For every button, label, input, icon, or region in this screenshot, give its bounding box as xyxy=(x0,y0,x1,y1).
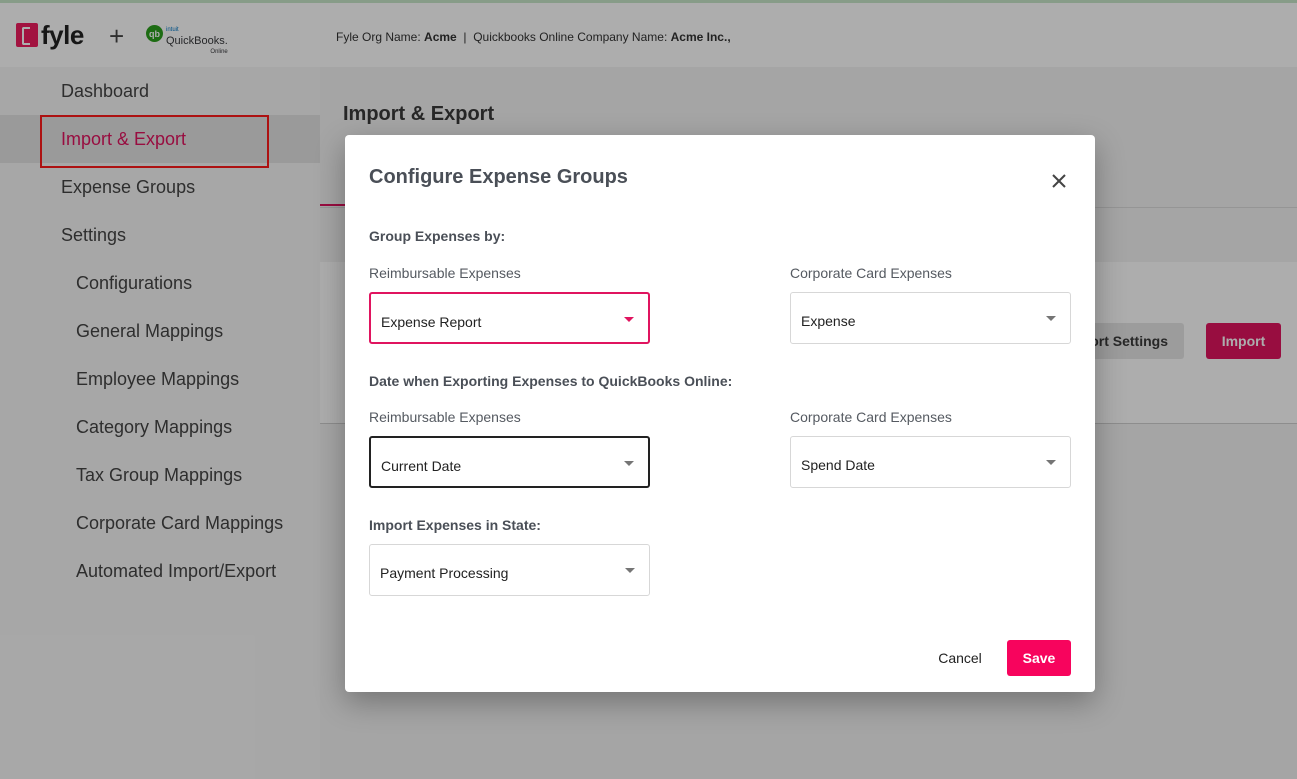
configure-expense-groups-dialog: Configure Expense Groups Group Expenses … xyxy=(345,135,1095,692)
group-ccc-select[interactable]: Expense xyxy=(790,292,1071,344)
chevron-down-icon xyxy=(1046,316,1056,321)
date-reimbursable-label: Reimbursable Expenses xyxy=(369,409,521,425)
select-value: Spend Date xyxy=(801,457,875,473)
select-value: Expense Report xyxy=(381,314,482,330)
date-reimbursable-select[interactable]: Current Date xyxy=(369,436,650,488)
import-state-section-label: Import Expenses in State: xyxy=(369,517,541,533)
dialog-title: Configure Expense Groups xyxy=(369,166,628,188)
cancel-button[interactable]: Cancel xyxy=(923,640,997,676)
date-ccc-label: Corporate Card Expenses xyxy=(790,409,952,425)
import-state-select[interactable]: Payment Processing xyxy=(369,544,650,596)
chevron-down-icon xyxy=(624,461,634,466)
select-value: Expense xyxy=(801,313,856,329)
date-ccc-select[interactable]: Spend Date xyxy=(790,436,1071,488)
export-date-section-label: Date when Exporting Expenses to QuickBoo… xyxy=(369,373,733,389)
select-value: Payment Processing xyxy=(380,565,509,581)
select-value: Current Date xyxy=(381,458,462,474)
group-reimbursable-select[interactable]: Expense Report xyxy=(369,292,650,344)
close-icon[interactable] xyxy=(1045,167,1073,195)
chevron-down-icon xyxy=(1046,460,1056,465)
save-button[interactable]: Save xyxy=(1007,640,1071,676)
chevron-down-icon xyxy=(625,568,635,573)
group-ccc-label: Corporate Card Expenses xyxy=(790,265,952,281)
group-reimbursable-label: Reimbursable Expenses xyxy=(369,265,521,281)
chevron-down-icon xyxy=(624,317,634,322)
group-expenses-section-label: Group Expenses by: xyxy=(369,228,506,244)
